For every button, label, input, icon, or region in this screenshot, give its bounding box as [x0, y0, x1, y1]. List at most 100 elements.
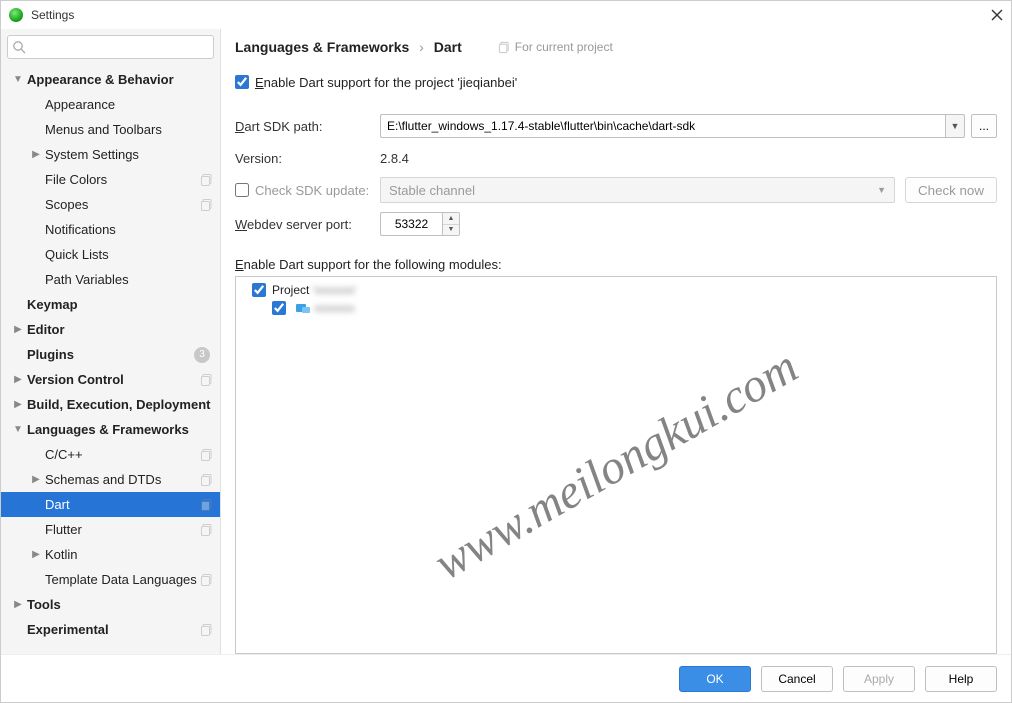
- chevron-right-icon[interactable]: ▶: [9, 374, 27, 385]
- chevron-right-icon[interactable]: ▶: [27, 149, 45, 160]
- stepper-up-icon[interactable]: ▲: [443, 213, 459, 225]
- modules-heading: Enable Dart support for the following mo…: [235, 257, 997, 272]
- sidebar-item-tools[interactable]: ▶Tools: [1, 592, 220, 617]
- sdk-path-label: Dart SDK path:: [235, 119, 380, 134]
- check-sdk-update-label: Check SDK update:: [255, 183, 369, 198]
- stepper-down-icon[interactable]: ▼: [443, 225, 459, 236]
- breadcrumb-current: Dart: [434, 39, 462, 55]
- sidebar-item-keymap[interactable]: Keymap: [1, 292, 220, 317]
- search-icon: [12, 40, 26, 54]
- settings-sidebar: ▼Appearance & BehaviorAppearanceMenus an…: [1, 29, 221, 654]
- sidebar-item-languages-frameworks[interactable]: ▼Languages & Frameworks: [1, 417, 220, 442]
- chevron-right-icon[interactable]: ▶: [27, 474, 45, 485]
- sdk-path-browse-button[interactable]: ...: [971, 114, 997, 138]
- webdev-port-stepper[interactable]: ▲ ▼: [380, 212, 460, 236]
- modules-tree[interactable]: Project 'xxxxxxxx' xxxxxxxx www.meilongk…: [235, 276, 997, 654]
- sidebar-item-plugins[interactable]: Plugins3: [1, 342, 220, 367]
- project-scope-icon: [200, 173, 214, 187]
- apply-button[interactable]: Apply: [843, 666, 915, 692]
- chevron-right-icon[interactable]: ▶: [9, 324, 27, 335]
- watermark: www.meilongkui.com: [425, 339, 807, 591]
- scope-hint: For current project: [498, 40, 613, 54]
- settings-tree[interactable]: ▼Appearance & BehaviorAppearanceMenus an…: [1, 65, 220, 654]
- titlebar: Settings: [1, 1, 1011, 29]
- sidebar-item-label: Appearance: [45, 97, 214, 112]
- sidebar-item-scopes[interactable]: Scopes: [1, 192, 220, 217]
- chevron-right-icon[interactable]: ▶: [9, 399, 27, 410]
- sidebar-item-template-data-languages[interactable]: Template Data Languages: [1, 567, 220, 592]
- project-scope-icon: [200, 623, 214, 637]
- chevron-down-icon: ▼: [877, 185, 886, 195]
- module-child-checkbox[interactable]: [272, 301, 286, 315]
- dialog-footer: OK Cancel Apply Help: [1, 654, 1011, 702]
- chevron-down-icon[interactable]: ▼: [9, 74, 27, 85]
- cancel-button[interactable]: Cancel: [761, 666, 833, 692]
- chevron-right-icon[interactable]: ▶: [9, 599, 27, 610]
- chevron-down-icon[interactable]: ▼: [9, 424, 27, 435]
- breadcrumb-parent[interactable]: Languages & Frameworks: [235, 39, 409, 55]
- webdev-port-label: Webdev server port:: [235, 217, 380, 232]
- project-scope-icon: [200, 473, 214, 487]
- sidebar-item-file-colors[interactable]: File Colors: [1, 167, 220, 192]
- module-child-label: xxxxxxxx: [314, 301, 354, 315]
- help-button[interactable]: Help: [925, 666, 997, 692]
- check-sdk-update-checkbox[interactable]: [235, 183, 249, 197]
- app-icon: [9, 8, 23, 22]
- webdev-port-input[interactable]: [380, 212, 442, 236]
- sidebar-item-flutter[interactable]: Flutter: [1, 517, 220, 542]
- sidebar-badge: 3: [194, 347, 210, 363]
- sidebar-item-notifications[interactable]: Notifications: [1, 217, 220, 242]
- sidebar-item-label: Build, Execution, Deployment: [27, 397, 214, 412]
- sdk-path-input[interactable]: [380, 114, 945, 138]
- module-project-checkbox[interactable]: [252, 283, 266, 297]
- project-scope-icon: [200, 373, 214, 387]
- module-icon: [296, 302, 310, 314]
- sidebar-item-build-execution-deployment[interactable]: ▶Build, Execution, Deployment: [1, 392, 220, 417]
- sidebar-item-version-control[interactable]: ▶Version Control: [1, 367, 220, 392]
- sidebar-item-label: Schemas and DTDs: [45, 472, 200, 487]
- sidebar-item-system-settings[interactable]: ▶System Settings: [1, 142, 220, 167]
- sidebar-item-label: Editor: [27, 322, 214, 337]
- sidebar-item-label: File Colors: [45, 172, 200, 187]
- sidebar-item-quick-lists[interactable]: Quick Lists: [1, 242, 220, 267]
- chevron-right-icon[interactable]: ▶: [27, 549, 45, 560]
- sidebar-item-label: Tools: [27, 597, 214, 612]
- sidebar-item-label: System Settings: [45, 147, 214, 162]
- sdk-path-dropdown[interactable]: ▼: [945, 114, 965, 138]
- project-scope-icon: [200, 498, 214, 512]
- sidebar-item-editor[interactable]: ▶Editor: [1, 317, 220, 342]
- sidebar-item-label: Kotlin: [45, 547, 214, 562]
- check-now-button[interactable]: Check now: [905, 177, 997, 203]
- ok-button[interactable]: OK: [679, 666, 751, 692]
- module-project-label: Project 'xxxxxxxx': [272, 283, 355, 297]
- enable-dart-checkbox[interactable]: [235, 75, 249, 89]
- sidebar-item-appearance-behavior[interactable]: ▼Appearance & Behavior: [1, 67, 220, 92]
- sidebar-item-label: Dart: [45, 497, 200, 512]
- sidebar-item-label: Appearance & Behavior: [27, 72, 214, 87]
- sidebar-item-label: Template Data Languages: [45, 572, 200, 587]
- enable-dart-label: Enable Dart support for the project 'jie…: [255, 75, 517, 90]
- project-scope-icon: [200, 198, 214, 212]
- sidebar-item-label: C/C++: [45, 447, 200, 462]
- search-input[interactable]: [7, 35, 214, 59]
- sidebar-item-kotlin[interactable]: ▶Kotlin: [1, 542, 220, 567]
- sidebar-item-dart[interactable]: Dart: [1, 492, 220, 517]
- sidebar-item-label: Keymap: [27, 297, 214, 312]
- main-panel: Languages & Frameworks › Dart For curren…: [221, 29, 1011, 654]
- project-scope-icon: [200, 573, 214, 587]
- sidebar-item-menus-and-toolbars[interactable]: Menus and Toolbars: [1, 117, 220, 142]
- close-icon[interactable]: [991, 9, 1003, 21]
- sidebar-item-c-c[interactable]: C/C++: [1, 442, 220, 467]
- sidebar-item-experimental[interactable]: Experimental: [1, 617, 220, 642]
- sidebar-item-label: Languages & Frameworks: [27, 422, 214, 437]
- sidebar-item-label: Version Control: [27, 372, 200, 387]
- project-scope-icon: [200, 448, 214, 462]
- sidebar-item-schemas-and-dtds[interactable]: ▶Schemas and DTDs: [1, 467, 220, 492]
- sidebar-item-label: Plugins: [27, 347, 194, 362]
- project-scope-icon: [498, 41, 511, 54]
- breadcrumb: Languages & Frameworks › Dart: [235, 39, 462, 55]
- update-channel-select[interactable]: Stable channel ▼: [380, 177, 895, 203]
- project-scope-icon: [200, 523, 214, 537]
- sidebar-item-path-variables[interactable]: Path Variables: [1, 267, 220, 292]
- sidebar-item-appearance[interactable]: Appearance: [1, 92, 220, 117]
